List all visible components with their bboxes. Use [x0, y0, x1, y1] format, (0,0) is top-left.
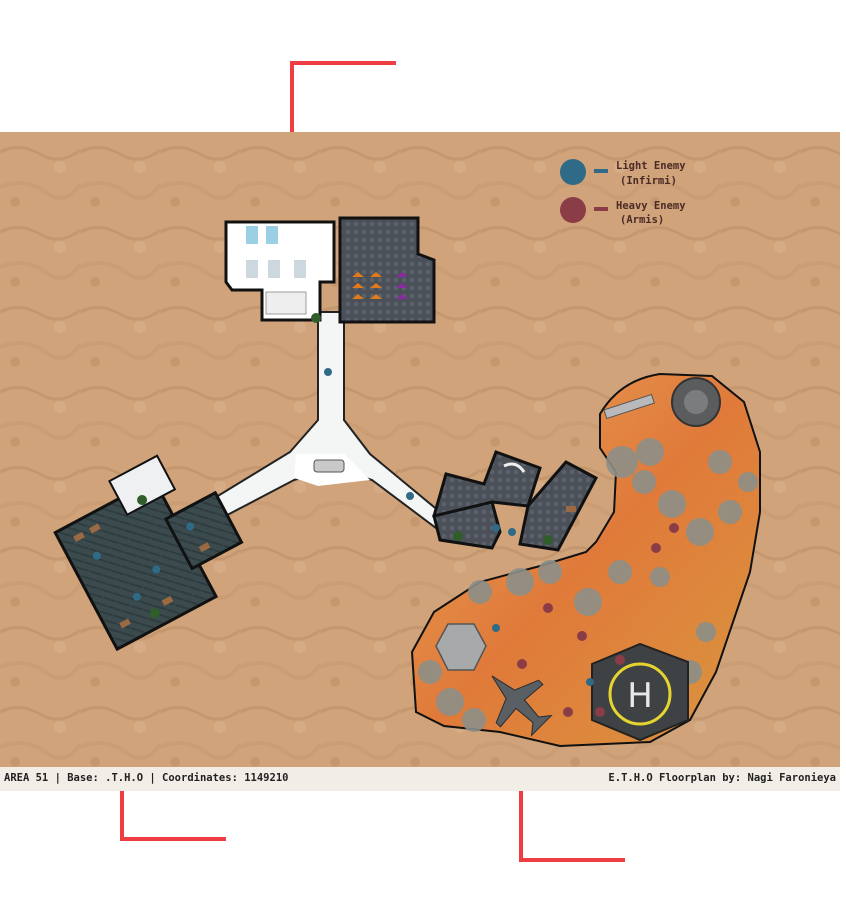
helipad-icon: H [591, 642, 689, 742]
light-enemy-label: Light Enemy [616, 160, 686, 172]
callout-line-left-horizontal [120, 837, 226, 841]
callout-line-top-horizontal [290, 61, 396, 65]
footer-base-info: AREA 51 | Base: .T.H.O | Coordinates: 11… [4, 772, 289, 784]
helipad-letter: H [627, 676, 653, 716]
light-enemy-legend-swatch [560, 159, 586, 185]
heavy-enemy-label: Heavy Enemy [616, 200, 686, 212]
callout-line-bottom-horizontal [519, 858, 625, 862]
light-enemy-sublabel: (Infirmi) [620, 175, 677, 187]
vehicle-marker [313, 459, 345, 473]
heavy-enemy-sublabel: (Armis) [620, 214, 664, 226]
heavy-enemy-legend-dash [594, 207, 608, 211]
light-enemy-marker [406, 492, 414, 500]
floorplan-map: H Light Enemy (Infirmi) Heavy Enemy (Arm… [0, 132, 840, 767]
footer-credit: E.T.H.O Floorplan by: Nagi Faronieya [608, 772, 836, 784]
heavy-enemy-legend-swatch [560, 197, 586, 223]
light-enemy-marker [324, 368, 332, 376]
footer-bar: AREA 51 | Base: .T.H.O | Coordinates: 11… [0, 767, 840, 791]
aerial-map: H Light Enemy (Infirmi) Heavy Enemy (Arm… [0, 132, 840, 767]
light-enemy-legend-dash [594, 169, 608, 173]
